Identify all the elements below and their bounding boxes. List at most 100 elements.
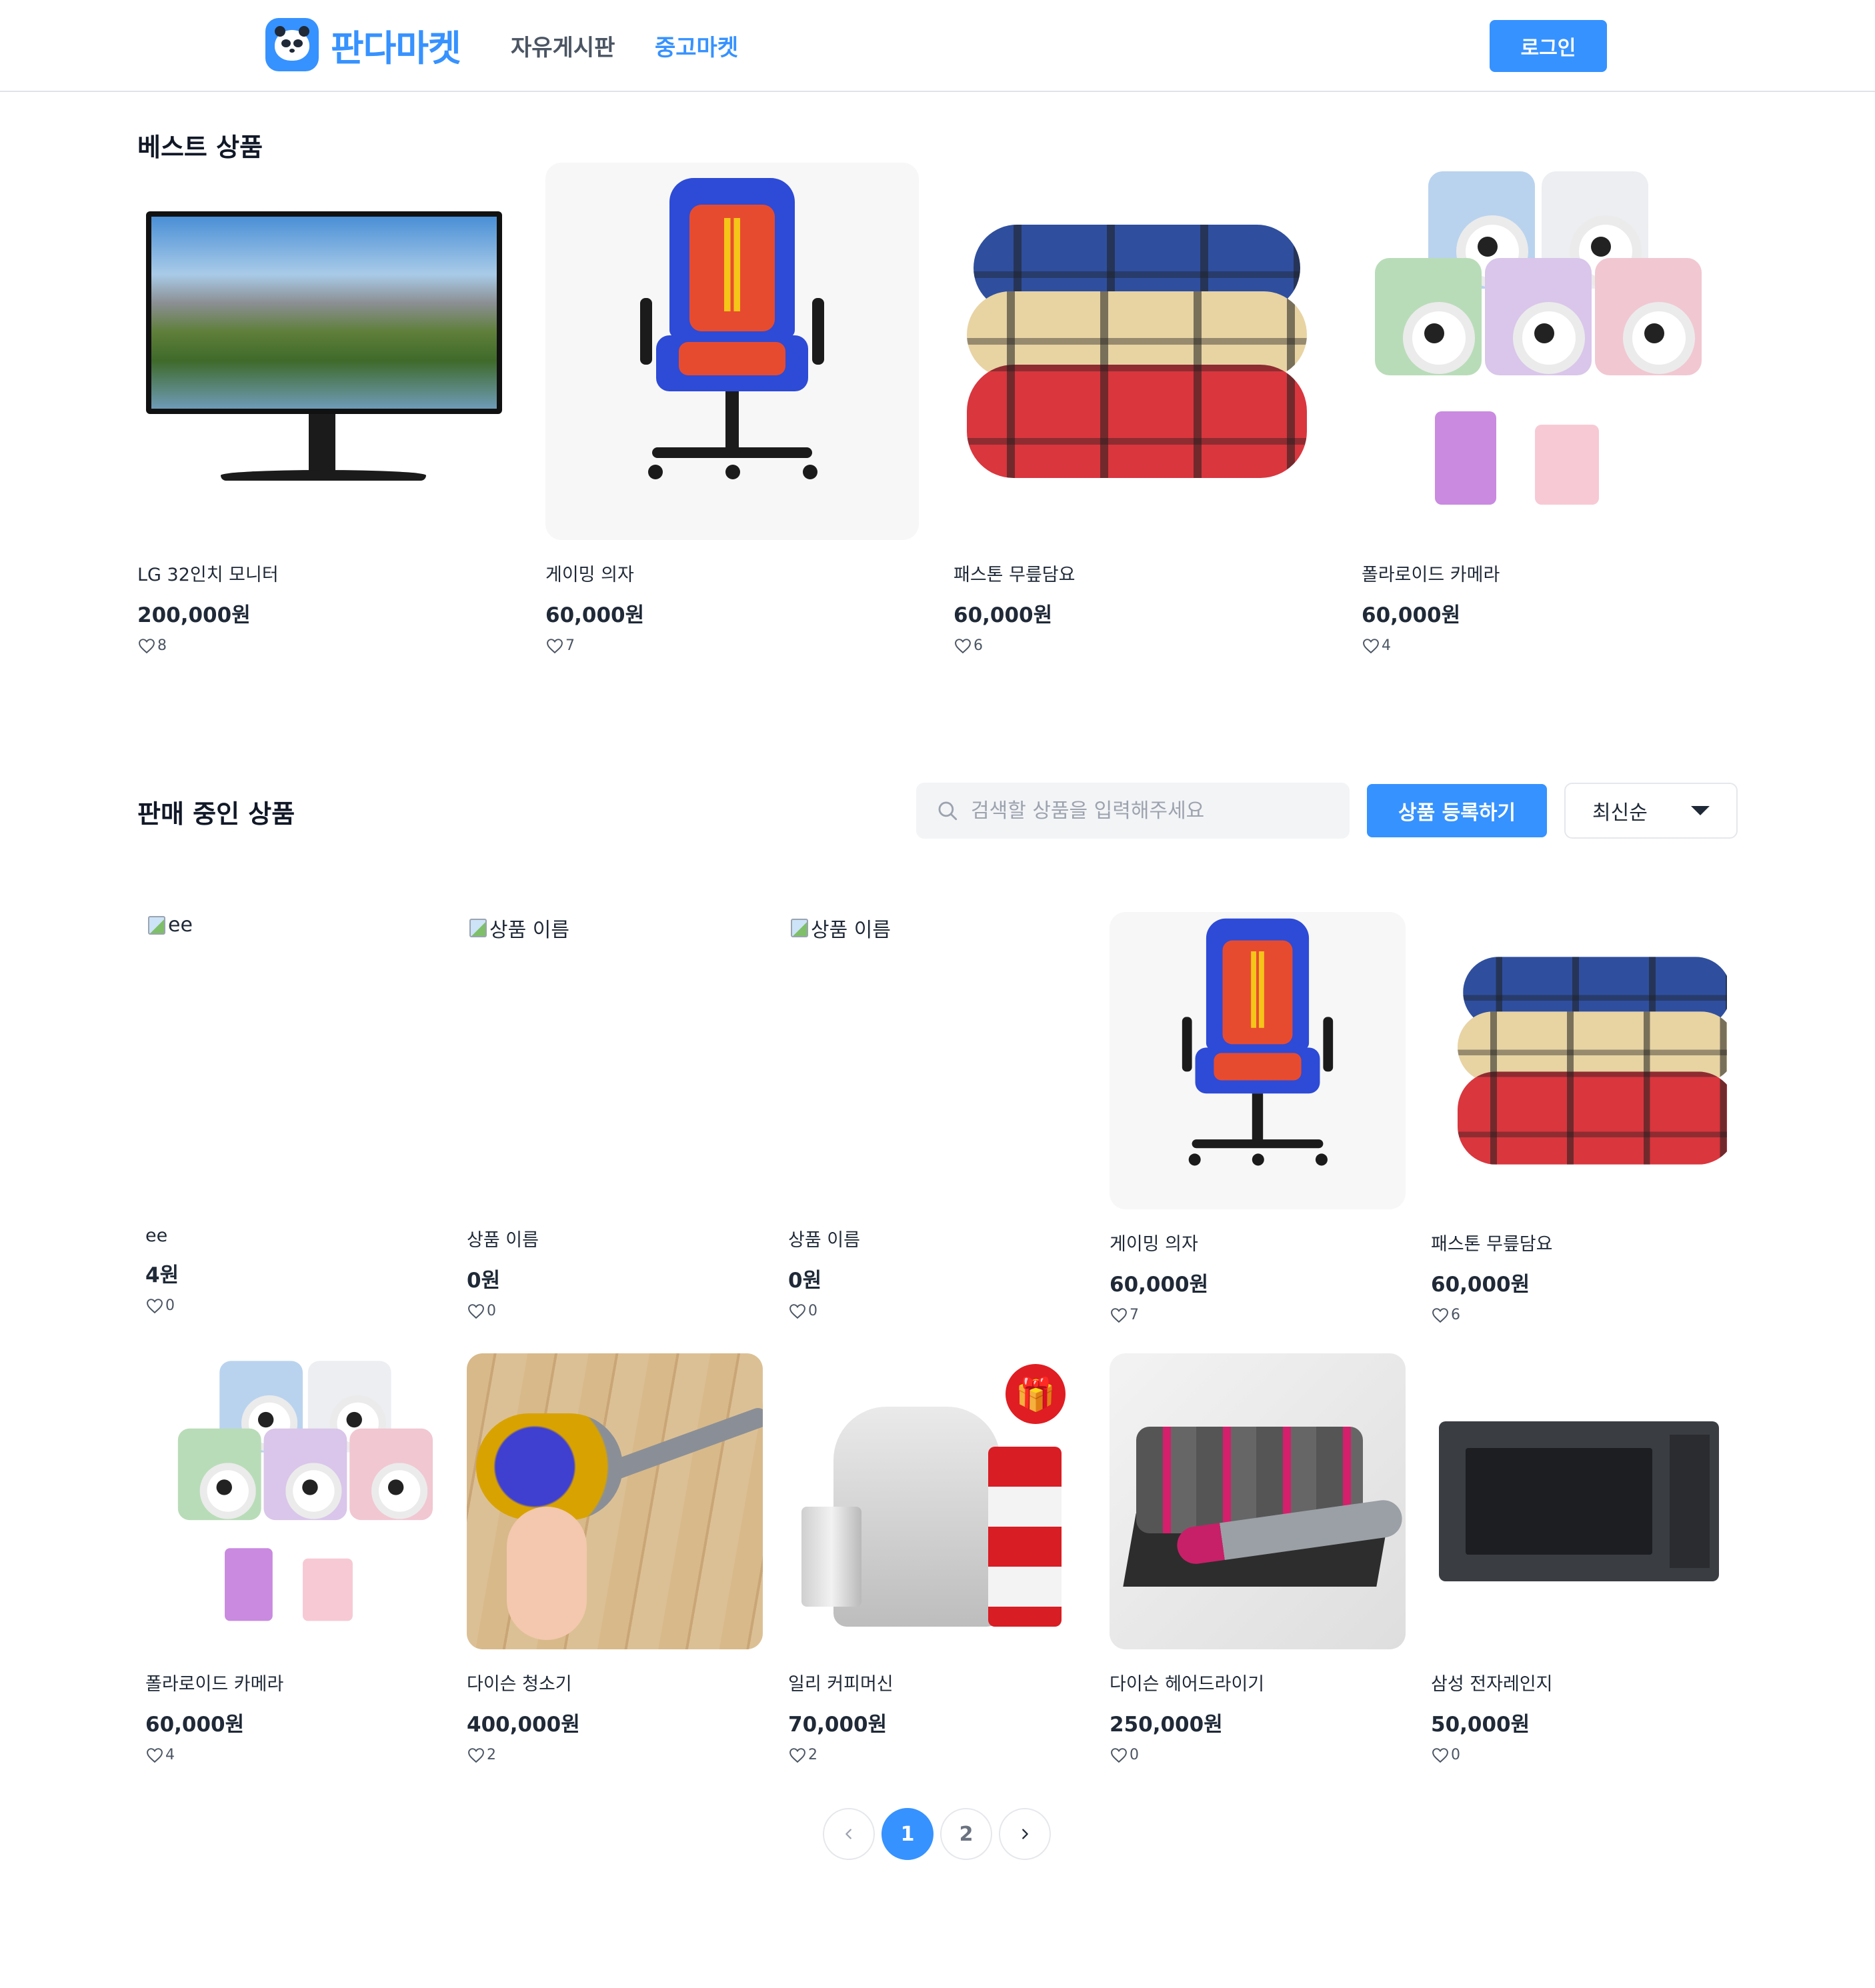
product-likes: 7 <box>545 637 919 654</box>
product-name: LG 32인치 모니터 <box>137 565 279 585</box>
product-price: 4원 <box>145 1263 179 1287</box>
like-count: 4 <box>1382 637 1391 654</box>
chevron-left-icon <box>845 1829 851 1839</box>
image-alt-text: 상품 이름 <box>811 919 891 942</box>
like-count: 0 <box>1451 1747 1460 1763</box>
product-price: 60,000원 <box>145 1713 245 1737</box>
product-name: 폴라로이드 카메라 <box>1362 565 1500 585</box>
heart-icon[interactable] <box>1362 638 1380 654</box>
product-card[interactable]: 상품 이름 상품 이름 0원 0 <box>467 909 763 1319</box>
product-image <box>1110 1353 1406 1649</box>
panda-logo-icon <box>265 18 319 71</box>
heart-icon[interactable] <box>1431 1747 1450 1763</box>
product-card[interactable]: 패스톤 무릎담요 60,000원 6 <box>1431 912 1727 1323</box>
heart-icon[interactable] <box>467 1303 485 1319</box>
like-count: 4 <box>165 1747 175 1763</box>
product-price: 60,000원 <box>954 603 1053 627</box>
product-name: 상품 이름 <box>467 1230 539 1251</box>
best-product-card[interactable]: 폴라로이드 카메라 60,000원 4 <box>1362 163 1735 654</box>
caret-down-icon <box>1691 806 1710 815</box>
product-image <box>1362 163 1735 540</box>
product-likes: 0 <box>145 1297 441 1314</box>
product-card[interactable]: ee ee 4원 0 <box>145 909 441 1314</box>
product-price: 200,000원 <box>137 603 251 627</box>
heart-icon[interactable] <box>137 638 156 654</box>
product-image <box>467 1353 763 1649</box>
nav-free-board[interactable]: 자유게시판 <box>511 29 615 62</box>
login-button[interactable]: 로그인 <box>1490 20 1607 72</box>
like-count: 2 <box>808 1747 817 1763</box>
product-name: 게이밍 의자 <box>1110 1234 1198 1255</box>
product-likes: 0 <box>788 1303 1084 1319</box>
product-price: 70,000원 <box>788 1713 887 1737</box>
product-image <box>145 1353 441 1649</box>
best-product-card[interactable]: 게이밍 의자 60,000원 7 <box>545 163 919 654</box>
like-count: 6 <box>1451 1307 1460 1323</box>
heart-icon[interactable] <box>788 1303 807 1319</box>
product-likes: 6 <box>954 637 1327 654</box>
like-count: 2 <box>487 1747 496 1763</box>
heart-icon[interactable] <box>145 1747 164 1763</box>
product-card[interactable]: 삼성 전자레인지 50,000원 0 <box>1431 1353 1727 1763</box>
heart-icon[interactable] <box>1110 1747 1128 1763</box>
product-card[interactable]: 다이슨 헤어드라이기 250,000원 0 <box>1110 1353 1406 1763</box>
product-card[interactable]: 폴라로이드 카메라 60,000원 4 <box>145 1353 441 1763</box>
product-image: 🎁 <box>788 1353 1084 1649</box>
product-name: 상품 이름 <box>788 1230 860 1251</box>
page-button-2[interactable]: 2 <box>940 1808 992 1860</box>
product-price: 0원 <box>788 1269 822 1293</box>
page-button-1[interactable]: 1 <box>881 1808 933 1860</box>
nav-used-market[interactable]: 중고마켓 <box>655 29 738 62</box>
chevron-right-icon <box>1022 1829 1028 1839</box>
heart-icon[interactable] <box>467 1747 485 1763</box>
like-count: 0 <box>165 1297 175 1314</box>
product-name: 다이슨 청소기 <box>467 1674 572 1695</box>
product-image: 상품 이름 <box>788 909 1084 1205</box>
best-product-card[interactable]: 패스톤 무릎담요 60,000원 6 <box>954 163 1327 654</box>
product-card[interactable]: 🎁 일리 커피머신 70,000원 2 <box>788 1353 1084 1763</box>
heart-icon[interactable] <box>954 638 972 654</box>
product-card[interactable]: 상품 이름 상품 이름 0원 0 <box>788 909 1084 1319</box>
product-likes: 2 <box>467 1747 763 1763</box>
on-sale-products-title: 판매 중인 상품 <box>137 799 295 829</box>
sort-selected-label: 최신순 <box>1592 801 1648 825</box>
image-alt-text: ee <box>168 913 193 937</box>
heart-icon[interactable] <box>145 1298 164 1314</box>
product-price: 250,000원 <box>1110 1713 1223 1737</box>
pagination: 1 2 <box>823 1808 1051 1860</box>
product-name: 일리 커피머신 <box>788 1674 893 1695</box>
like-count: 0 <box>487 1303 496 1319</box>
product-price: 60,000원 <box>545 603 645 627</box>
search-icon <box>938 801 958 821</box>
heart-icon[interactable] <box>788 1747 807 1763</box>
product-name: 게이밍 의자 <box>545 565 634 585</box>
like-count: 8 <box>157 637 167 654</box>
image-alt-text: 상품 이름 <box>489 919 569 942</box>
product-card[interactable]: 다이슨 청소기 400,000원 2 <box>467 1353 763 1763</box>
product-image: ee <box>145 909 441 1205</box>
broken-image-icon <box>469 919 487 937</box>
header: 판다마켓 자유게시판 중고마켓 로그인 <box>0 0 1875 92</box>
search-bar[interactable] <box>916 783 1350 839</box>
logo[interactable]: 판다마켓 <box>265 18 461 71</box>
search-input[interactable] <box>971 799 1344 823</box>
like-count: 7 <box>565 637 575 654</box>
register-product-button[interactable]: 상품 등록하기 <box>1367 784 1547 837</box>
product-price: 60,000원 <box>1431 1273 1530 1297</box>
next-page-button[interactable] <box>999 1808 1051 1860</box>
gift-icon: 🎁 <box>1006 1364 1066 1424</box>
prev-page-button[interactable] <box>823 1808 875 1860</box>
heart-icon[interactable] <box>1431 1307 1450 1323</box>
product-image: 상품 이름 <box>467 909 763 1205</box>
broken-image-icon <box>791 919 808 937</box>
sort-dropdown[interactable]: 최신순 <box>1564 783 1738 839</box>
heart-icon[interactable] <box>545 638 564 654</box>
best-product-card[interactable]: LG 32인치 모니터 200,000원 8 <box>137 163 511 654</box>
product-likes: 0 <box>467 1303 763 1319</box>
broken-image-icon <box>148 915 165 935</box>
product-card[interactable]: 게이밍 의자 60,000원 7 <box>1110 912 1406 1323</box>
like-count: 0 <box>1130 1747 1139 1763</box>
product-likes: 8 <box>137 637 511 654</box>
product-image <box>1431 912 1727 1209</box>
heart-icon[interactable] <box>1110 1307 1128 1323</box>
